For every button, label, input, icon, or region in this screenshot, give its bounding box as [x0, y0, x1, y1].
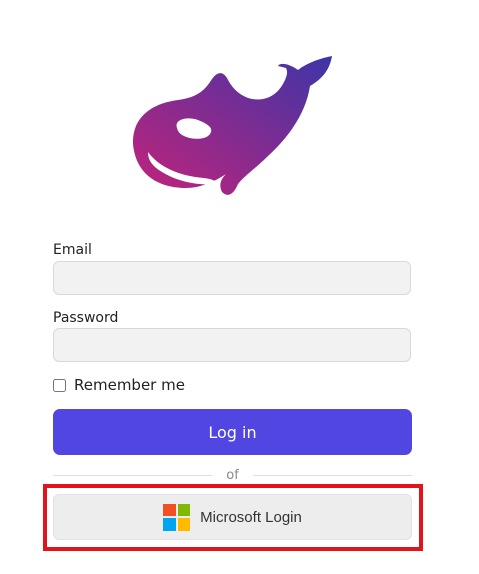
orca-logo	[132, 56, 332, 195]
email-input[interactable]	[53, 261, 411, 295]
microsoft-icon	[163, 503, 191, 531]
or-divider: of	[53, 466, 412, 484]
microsoft-icon-green	[177, 503, 191, 516]
divider-line-right	[252, 474, 412, 476]
password-label: Password	[53, 310, 119, 326]
divider-line-left	[53, 474, 213, 476]
remember-me-row[interactable]: Remember me	[53, 376, 185, 394]
microsoft-icon-blue	[163, 518, 176, 531]
divider-text: of	[226, 467, 239, 483]
password-input[interactable]	[53, 328, 411, 362]
email-label: Email	[53, 242, 92, 258]
microsoft-icon-red	[163, 503, 176, 516]
remember-me-label: Remember me	[74, 376, 185, 394]
remember-me-checkbox[interactable]	[53, 378, 66, 392]
microsoft-icon-yellow	[177, 518, 191, 531]
microsoft-login-button[interactable]: Microsoft Login	[53, 494, 412, 540]
login-button[interactable]: Log in	[53, 409, 412, 455]
microsoft-login-label: Microsoft Login	[200, 508, 302, 526]
